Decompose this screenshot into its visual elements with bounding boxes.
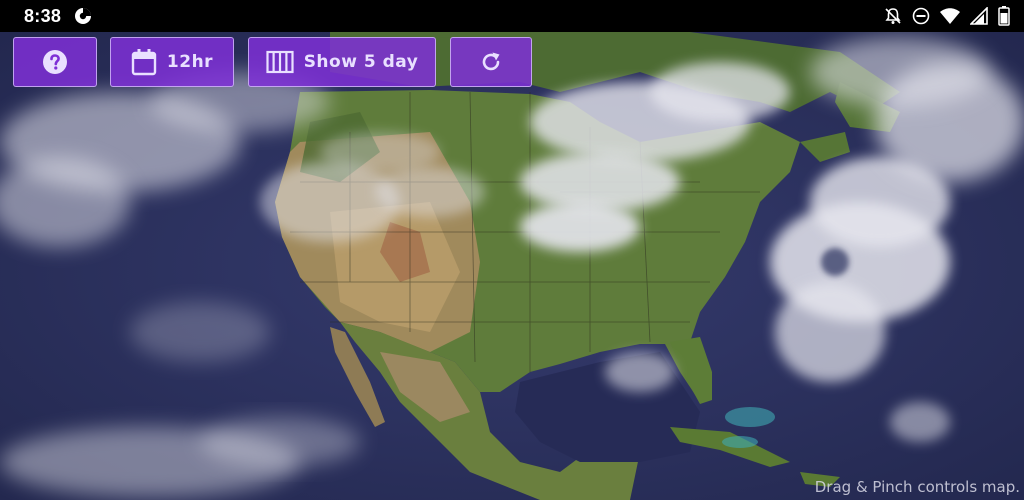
data-saver-icon <box>75 8 91 24</box>
refresh-button[interactable] <box>450 37 532 87</box>
notifications-off-icon <box>885 8 901 24</box>
calendar-icon <box>131 49 157 76</box>
satellite-map[interactable]: 12hr Show 5 day Drag & Pinch controls ma… <box>0 32 1024 500</box>
status-bar: 8:38 <box>0 0 1024 32</box>
show-5-day-label: Show 5 day <box>303 52 419 72</box>
map-hint-text: Drag & Pinch controls map. <box>814 478 1020 496</box>
wifi-icon <box>940 8 960 24</box>
do-not-disturb-icon <box>912 7 930 25</box>
show-5-day-button[interactable]: Show 5 day <box>248 37 436 87</box>
satellite-image <box>0 32 1024 500</box>
refresh-icon <box>482 52 500 71</box>
columns-icon <box>266 50 294 74</box>
battery-icon <box>998 6 1010 26</box>
signal-icon <box>970 7 988 25</box>
time-range-label: 12hr <box>166 52 214 72</box>
status-icons <box>884 6 1010 26</box>
time-range-button[interactable]: 12hr <box>110 37 234 87</box>
toolbar: 12hr Show 5 day <box>0 32 1024 102</box>
help-icon <box>43 50 67 74</box>
status-time: 8:38 <box>24 6 62 26</box>
help-button[interactable] <box>13 37 97 87</box>
